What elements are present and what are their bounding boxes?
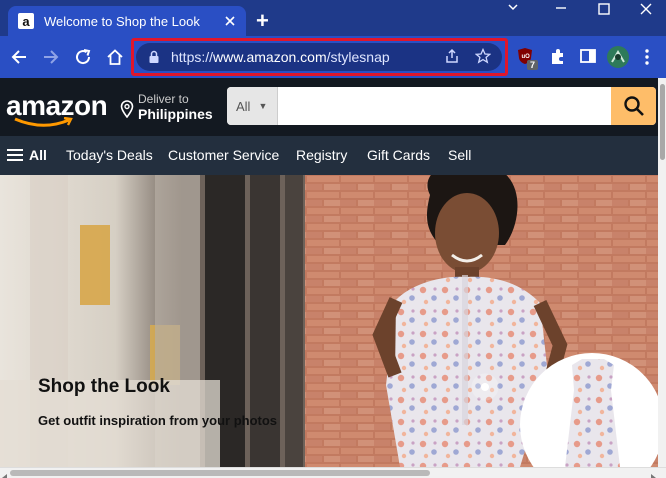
hamburger-menu-icon[interactable] [7, 148, 23, 167]
deliver-location: Philippines [138, 106, 213, 122]
search-category-label: All [236, 98, 251, 114]
extensions-puzzle-icon[interactable] [548, 47, 568, 72]
nav-all[interactable]: All [29, 147, 47, 163]
back-arrow-icon[interactable] [7, 45, 31, 69]
profile-avatar-icon[interactable] [606, 45, 630, 74]
nav-gift-cards[interactable]: Gift Cards [367, 147, 430, 163]
nav-customer-service[interactable]: Customer Service [168, 147, 279, 163]
menu-kebab-icon[interactable] [644, 48, 650, 71]
search-category-select[interactable]: All ▼ [227, 87, 278, 125]
search-button[interactable] [611, 87, 656, 125]
home-icon[interactable] [103, 45, 127, 69]
maximize-icon[interactable] [590, 2, 618, 19]
amazon-smile-icon [13, 116, 75, 134]
nav-sell[interactable]: Sell [448, 147, 471, 163]
horizontal-scroll-thumb[interactable] [10, 470, 430, 476]
new-tab-icon[interactable]: + [256, 10, 269, 32]
ublock-extension-icon[interactable]: uO [516, 47, 540, 76]
amazon-favicon-icon: a [18, 13, 34, 29]
hero-subtitle: Get outfit inspiration from your photos [38, 413, 278, 428]
forward-arrow-icon[interactable] [39, 45, 63, 69]
location-pin-icon [120, 100, 134, 123]
search-bar: All ▼ [227, 87, 656, 125]
minimize-icon[interactable] [547, 0, 575, 17]
nav-registry[interactable]: Registry [296, 147, 347, 163]
browser-tab[interactable]: a Welcome to Shop the Look [8, 6, 246, 36]
close-window-icon[interactable] [632, 2, 660, 19]
tab-search-icon[interactable] [499, 0, 527, 17]
nav-todays-deals[interactable]: Today's Deals [66, 147, 153, 163]
side-panel-icon[interactable] [579, 47, 597, 70]
search-icon [623, 96, 644, 116]
tab-title: Welcome to Shop the Look [44, 13, 200, 29]
scroll-left-arrow-icon[interactable] [2, 469, 8, 478]
scroll-right-arrow-icon[interactable] [650, 469, 656, 478]
caret-down-icon: ▼ [258, 101, 268, 111]
close-tab-icon[interactable] [222, 13, 238, 29]
hero-title: Shop the Look [38, 376, 170, 397]
deliver-label: Deliver to [138, 92, 189, 106]
search-input[interactable] [279, 87, 609, 125]
svg-text:uO: uO [522, 54, 531, 60]
reload-icon[interactable] [71, 45, 95, 69]
extension-badge: 7 [530, 60, 536, 70]
vertical-scroll-thumb[interactable] [660, 84, 665, 160]
address-bar-highlight [131, 38, 508, 76]
